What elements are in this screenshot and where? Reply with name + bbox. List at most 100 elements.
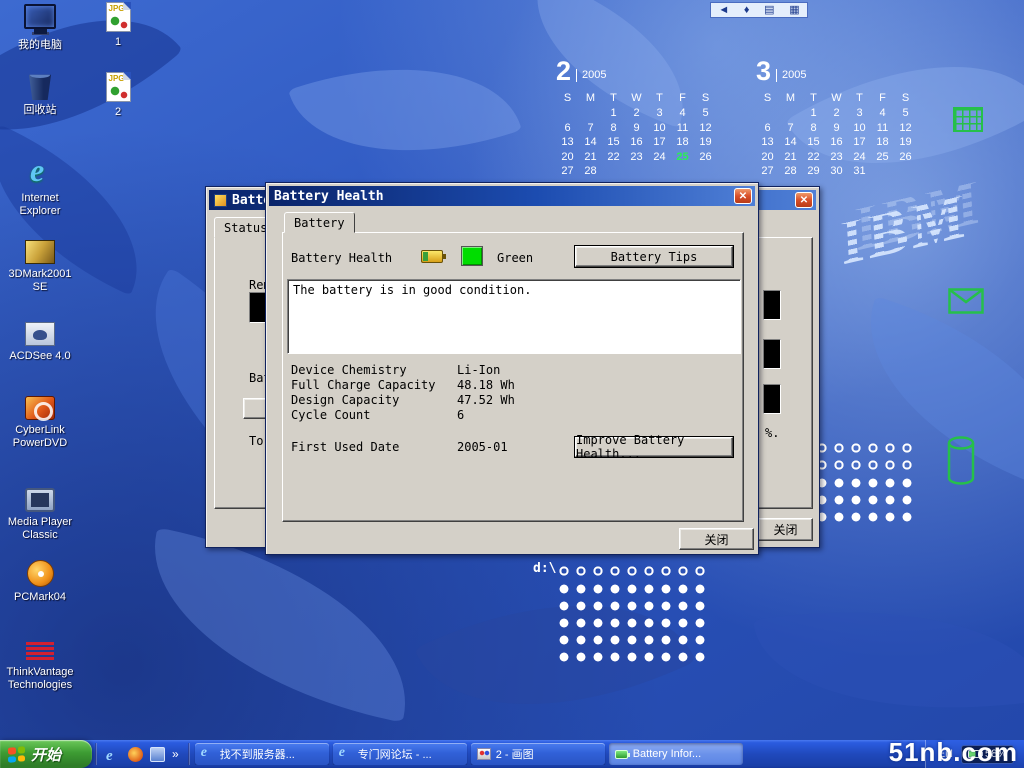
calendar-day [756,107,779,122]
calendar-day-header: S [694,92,717,104]
field-label: Cycle Count [291,408,370,422]
desktop-icon-label: 回收站 [24,104,57,117]
calendar-day: 9 [625,122,648,137]
calendar-day-header: M [579,92,602,104]
gauge-end [763,290,781,320]
calendar-day: 9 [825,122,848,137]
calendar-day-header: S [894,92,917,104]
calendar-day-header: M [779,92,802,104]
calendar-day: 28 [779,165,802,180]
jpg-file-icon [106,72,131,102]
calendar-day-header: W [825,92,848,104]
calendar-day: 11 [871,122,894,137]
taskbar-task[interactable]: Battery Infor... [609,743,743,765]
desktop-icon-acdsee[interactable]: ACDSee 4.0 [2,322,78,363]
ie-quicklaunch-icon[interactable] [106,747,121,762]
calendar-day: 23 [625,151,648,166]
start-button[interactable]: 开始 [0,740,92,768]
desktop-icon-media-player-classic[interactable]: Media Player Classic [2,488,78,542]
language-indicator[interactable]: EN [938,748,953,760]
taskbar-task[interactable]: 2 - 画图 [471,743,605,765]
display-icon[interactable]: ▤ [764,3,774,17]
calendar-day: 2 [825,107,848,122]
desktop-file-1[interactable]: 1 [96,2,140,49]
desktop-icon-label: ACDSee 4.0 [9,350,70,363]
dot-pattern [814,475,917,526]
calendar-day-header: T [802,92,825,104]
keyboard-icon[interactable]: ▦ [789,3,799,17]
taskbar-task[interactable]: 找不到服务器... [195,743,329,765]
desktop-icon-internet-explorer[interactable]: Internet Explorer [2,158,78,218]
tab-battery[interactable]: Battery [284,212,355,233]
desktop-icon-3dmark2001[interactable]: 3DMark2001 SE [2,240,78,294]
battery-health-titlebar[interactable]: Battery Health ✕ [269,186,755,206]
internet-explorer-icon [25,158,55,188]
calendar-day: 15 [802,136,825,151]
envelope-icon [948,288,984,314]
battery-icon [615,750,628,759]
taskbar-task[interactable]: 专门网论坛 - ... [333,743,467,765]
calendar-day: 26 [894,151,917,166]
desktop-icon-recycle-bin[interactable]: 回收站 [2,72,78,117]
taskbar-tasks: 找不到服务器... 专门网论坛 - ... 2 - 画图Battery Infor.… [193,743,926,765]
desktop-icon-thinkvantage[interactable]: ThinkVantage Technologies [2,642,78,692]
grid-icon [953,107,983,132]
calendar-day: 22 [602,151,625,166]
battery-percent: 58% [985,748,1007,760]
calendar-day-header: T [648,92,671,104]
calendar-day: 23 [825,151,848,166]
wallpaper-leaf [129,527,432,722]
health-status-text: Green [497,251,533,265]
desktop-icon-label: 我的电脑 [18,39,62,52]
desktop-icon-pcmark04[interactable]: PCMark04 [2,560,78,604]
calendar-day: 21 [779,151,802,166]
calendar-day [779,107,802,122]
ie-icon [201,748,215,760]
tray-battery-indicator[interactable]: 58% [961,745,1014,764]
improve-battery-health-button[interactable]: Improve Battery Health... [575,437,733,457]
percent-label: %. [765,426,779,440]
close-icon[interactable]: ✕ [795,192,813,208]
field-value: 48.18 Wh [457,378,515,392]
battery-health-dialog: Battery Health ✕ Battery Battery Health … [265,182,759,555]
show-desktop-icon[interactable] [150,747,165,762]
calendar-day: 24 [848,151,871,166]
calendar-day [602,165,625,180]
close-button[interactable]: 关闭 [679,528,754,550]
desktop-file-2[interactable]: 2 [96,72,140,119]
calendar-day: 22 [802,151,825,166]
field-label: First Used Date [291,440,399,454]
condition-textbox[interactable]: The battery is in good condition. [287,279,741,354]
close-icon[interactable]: ✕ [734,188,752,204]
calendar-day: 7 [779,122,802,137]
battery-tips-button[interactable]: Battery Tips [575,246,733,267]
calendar-day: 31 [848,165,871,180]
field-value: 6 [457,408,464,422]
calendar-day [694,165,717,180]
volume-icon[interactable]: ♦ [744,3,750,17]
calendar-day: 26 [694,151,717,166]
calendar-day: 29 [802,165,825,180]
calendar-day [625,165,648,180]
calendar-day: 25 [671,151,694,166]
calendar-day-header: F [671,92,694,104]
calendar-day: 16 [625,136,648,151]
desktop-icon-my-computer[interactable]: 我的电脑 [2,4,78,52]
jpg-file-icon [106,2,131,32]
calendar-day: 1 [802,107,825,122]
quicklaunch-overflow-chevron[interactable]: » [172,747,179,761]
taskbar-task-label: 专门网论坛 - ... [358,746,432,762]
taskbar-separator [95,743,97,765]
media-player-quicklaunch-icon[interactable] [128,747,143,762]
desktop-icon-powerdvd[interactable]: CyberLink PowerDVD [2,396,78,450]
calendar-day: 4 [871,107,894,122]
close-button[interactable]: 关闭 [758,518,813,541]
calendar-day-header: T [602,92,625,104]
speaker-icon[interactable]: ◄ [718,3,729,17]
taskbar-separator [188,743,190,765]
battery-icon [968,750,981,758]
system-tray: EN 58% [926,740,1024,768]
calendar-day: 17 [648,136,671,151]
pcmark-icon [27,560,54,587]
my-computer-icon [24,4,56,29]
